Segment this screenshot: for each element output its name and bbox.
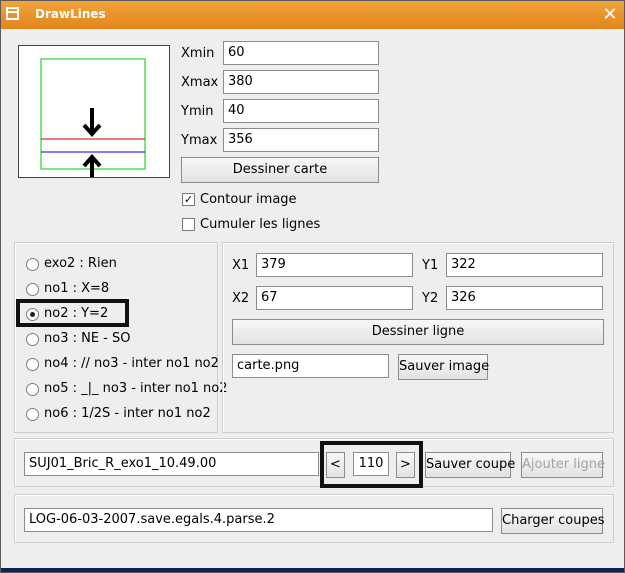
xmax-label: Xmax xyxy=(181,75,219,90)
contour-checkbox[interactable]: ✓ xyxy=(182,193,195,206)
ymin-input[interactable]: 40 xyxy=(223,99,379,123)
window-title: DrawLines xyxy=(35,7,106,21)
down-arrow-icon xyxy=(82,108,102,138)
window-menu-icon[interactable] xyxy=(6,7,19,20)
cumulate-label: Cumuler les lignes xyxy=(200,217,321,232)
log-file-input[interactable]: LOG-06-03-2007.save.egals.4.parse.2 xyxy=(24,508,493,532)
save-image-button[interactable]: Sauver image xyxy=(398,354,489,380)
radio-button[interactable] xyxy=(26,333,39,346)
cut-name-input[interactable]: SUJ01_Bric_R_exo1_10.49.00 xyxy=(24,452,319,476)
y1-label: Y1 xyxy=(422,258,439,273)
radio-label: no5 : _|_ no3 - inter no1 no2 xyxy=(44,381,228,396)
radio-label: no6 : 1/2S - inter no1 no2 xyxy=(44,406,211,421)
xmax-input[interactable]: 380 xyxy=(223,70,379,94)
radio-label: no3 : NE - SO xyxy=(44,331,131,346)
taskbar-strip xyxy=(1,568,624,572)
x1-label: X1 xyxy=(232,258,250,273)
preview-canvas xyxy=(18,45,170,187)
xmin-label: Xmin xyxy=(181,46,215,61)
radio-button[interactable] xyxy=(26,258,39,271)
x2-label: X2 xyxy=(232,291,250,306)
up-arrow-icon xyxy=(82,153,102,187)
draw-map-button[interactable]: Dessiner carte xyxy=(181,157,379,183)
radio-label: exo2 : Rien xyxy=(44,256,117,271)
y2-input[interactable]: 326 xyxy=(446,286,603,310)
close-icon[interactable]: ✕ xyxy=(598,3,622,27)
radio-label: no1 : X=8 xyxy=(44,281,110,296)
y1-input[interactable]: 322 xyxy=(446,253,603,277)
ymin-label: Ymin xyxy=(181,104,214,119)
cumulate-checkbox[interactable] xyxy=(182,218,195,231)
navigation-highlight xyxy=(320,441,423,488)
x2-input[interactable]: 67 xyxy=(256,286,413,310)
drawlines-window: DrawLines ✕ Xmin 60 Xmax 380 Ymin 40 Yma… xyxy=(0,0,625,573)
x1-input[interactable]: 379 xyxy=(256,253,413,277)
ymax-label: Ymax xyxy=(181,133,218,148)
contour-label: Contour image xyxy=(200,192,297,207)
radio-button[interactable] xyxy=(26,358,39,371)
filename-input[interactable]: carte.png xyxy=(232,354,389,378)
add-line-button: Ajouter ligne xyxy=(521,452,605,478)
radio-label: no4 : // no3 - inter no1 no2 xyxy=(44,356,219,371)
radio-button[interactable] xyxy=(26,408,39,421)
selected-radio-highlight xyxy=(16,299,129,327)
title-bar[interactable]: DrawLines ✕ xyxy=(1,1,624,29)
save-cut-button[interactable]: Sauver coupe xyxy=(425,452,515,478)
preview-drawing xyxy=(40,58,146,187)
radio-button[interactable] xyxy=(26,383,39,396)
draw-line-button[interactable]: Dessiner ligne xyxy=(232,319,604,345)
xmin-input[interactable]: 60 xyxy=(223,41,379,65)
radio-button[interactable] xyxy=(26,283,39,296)
ymax-input[interactable]: 356 xyxy=(223,128,379,152)
load-cuts-button[interactable]: Charger coupes xyxy=(501,508,605,534)
y2-label: Y2 xyxy=(422,291,439,306)
